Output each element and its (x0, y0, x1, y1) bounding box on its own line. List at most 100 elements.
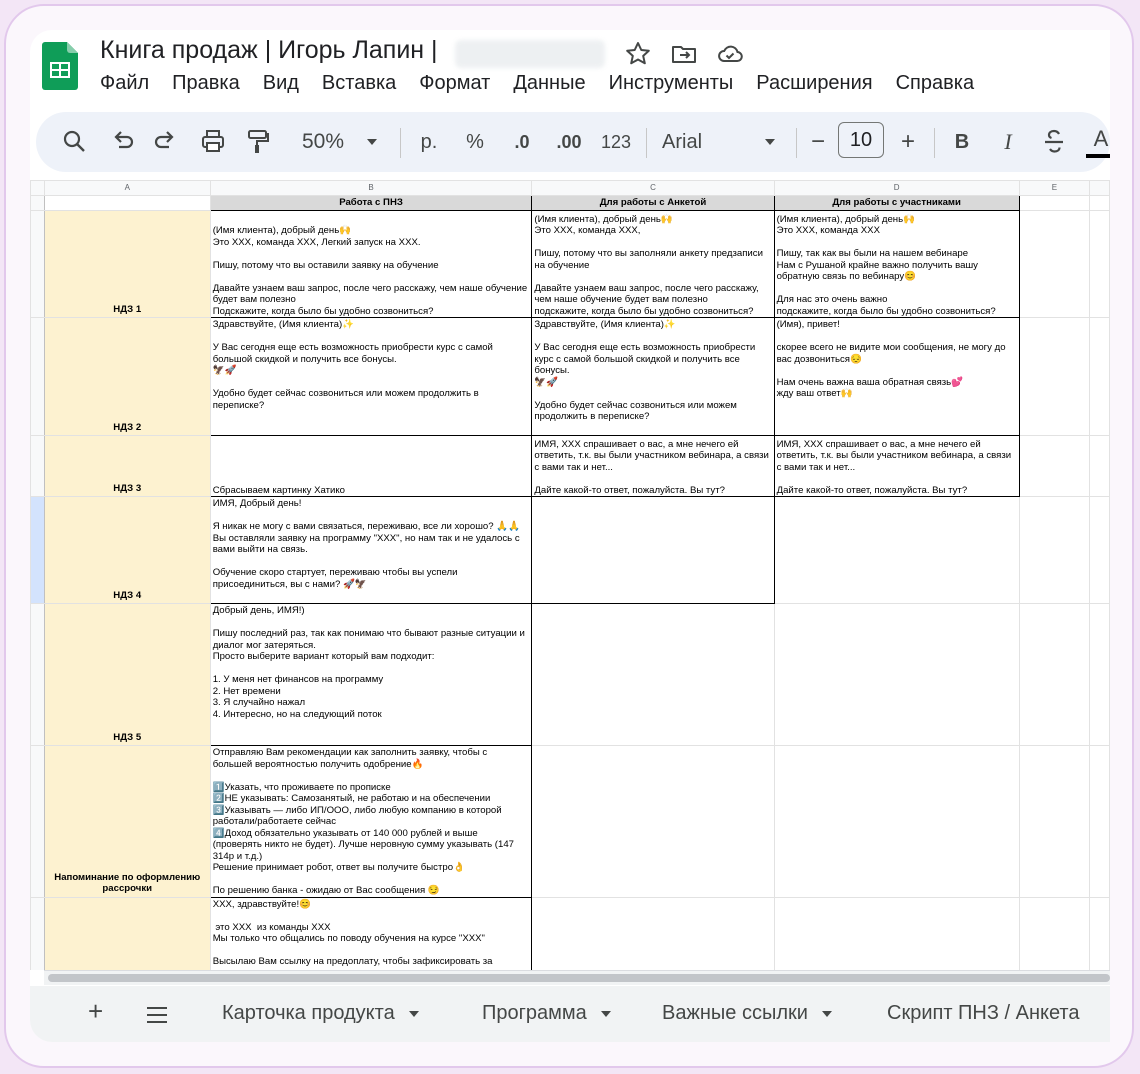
script-cell[interactable]: Сбрасываем картинку Хатико (209, 435, 533, 497)
cell[interactable] (773, 896, 1020, 970)
column-title-cell[interactable]: Для работы с Анкетой (531, 195, 775, 211)
menu-help[interactable]: Справка (896, 72, 974, 95)
cell[interactable] (1089, 603, 1110, 746)
row-label-cell[interactable]: НДЗ 2 (43, 317, 211, 436)
cell[interactable] (1089, 317, 1110, 436)
sheet-tab[interactable]: Программа (482, 1002, 611, 1025)
menu-extensions[interactable]: Расширения (756, 72, 872, 95)
script-cell[interactable]: Здравствуйте, (Имя клиента)✨ У Вас сегод… (209, 317, 533, 436)
increase-decimal-button[interactable]: .00 (548, 112, 590, 172)
cell[interactable] (1018, 745, 1091, 898)
more-formats-button[interactable]: 123 (596, 112, 636, 172)
row-header[interactable] (30, 745, 45, 898)
text-color-button[interactable]: A (1086, 112, 1110, 172)
column-header[interactable] (1089, 180, 1110, 196)
script-cell[interactable]: Здравствуйте, (Имя клиента)✨ У Вас сегод… (531, 317, 775, 436)
sheet-tab[interactable]: Карточка продукта (222, 1002, 419, 1025)
cloud-saved-icon[interactable] (716, 40, 744, 68)
row-label-cell[interactable]: НДЗ 1 (43, 210, 211, 318)
zoom-select[interactable]: 50% (288, 112, 358, 172)
cell[interactable] (1018, 195, 1091, 211)
corner-cell[interactable] (30, 180, 45, 196)
font-family-select[interactable]: Arial (662, 112, 722, 172)
script-cell[interactable] (531, 496, 775, 604)
currency-format-button[interactable]: р. (412, 112, 446, 172)
move-to-folder-icon[interactable] (670, 40, 698, 68)
menu-insert[interactable]: Вставка (322, 72, 396, 95)
cell[interactable] (1018, 603, 1091, 746)
cell[interactable] (773, 496, 1020, 604)
cell[interactable] (43, 195, 211, 211)
row-label-cell[interactable] (43, 896, 211, 970)
search-icon[interactable] (60, 112, 88, 172)
column-header[interactable]: D (773, 180, 1020, 196)
cell[interactable] (1018, 896, 1091, 970)
cell[interactable] (773, 603, 1020, 746)
sheet-tab[interactable]: Скрипт ПНЗ / Анкета (887, 1002, 1079, 1025)
all-sheets-menu-icon[interactable] (146, 1006, 168, 1024)
script-cell[interactable]: ИМЯ, XXX спрашивает о вас, а мне нечего … (773, 435, 1020, 497)
menu-view[interactable]: Вид (263, 72, 299, 95)
redo-icon[interactable] (152, 112, 180, 172)
menu-edit[interactable]: Правка (172, 72, 240, 95)
strikethrough-icon[interactable] (1040, 112, 1068, 172)
script-cell[interactable]: ИМЯ, Добрый день! Я никак не могу с вами… (209, 496, 533, 604)
paint-format-icon[interactable] (244, 112, 272, 172)
cell[interactable] (531, 896, 775, 970)
cell[interactable] (1018, 210, 1091, 318)
script-cell[interactable]: (Имя клиента), добрый день🙌 Это XXX, ком… (209, 210, 533, 318)
cell[interactable] (1089, 435, 1110, 497)
print-icon[interactable] (198, 112, 228, 172)
undo-icon[interactable] (108, 112, 136, 172)
cell[interactable] (1018, 496, 1091, 604)
column-header[interactable]: E (1018, 180, 1091, 196)
row-header[interactable] (30, 317, 45, 436)
italic-button[interactable]: I (996, 112, 1020, 172)
row-header[interactable] (30, 896, 45, 970)
cell[interactable] (1089, 195, 1110, 211)
document-title[interactable]: Книга продаж | Игорь Лапин | (100, 36, 438, 65)
cell[interactable] (531, 603, 775, 746)
menu-file[interactable]: Файл (100, 72, 149, 95)
decrease-decimal-button[interactable]: .0 (504, 112, 540, 172)
column-title-cell[interactable]: Работа с ПНЗ (209, 195, 533, 211)
script-cell[interactable]: (Имя клиента), добрый день🙌 Это XXX, ком… (531, 210, 775, 318)
cell[interactable] (1018, 435, 1091, 497)
row-header[interactable] (30, 210, 45, 318)
script-cell[interactable]: Добрый день, ИМЯ!) Пишу последний раз, т… (209, 603, 533, 746)
cell[interactable] (1089, 496, 1110, 604)
row-header[interactable] (30, 603, 45, 746)
script-cell[interactable]: XXX, здравствуйте!😊 это XXX из команды X… (209, 896, 533, 970)
horizontal-scrollbar[interactable] (44, 970, 1110, 985)
column-header[interactable]: B (209, 180, 533, 196)
row-label-cell[interactable]: НДЗ 5 (43, 603, 211, 746)
row-label-cell[interactable]: НДЗ 4 (43, 496, 211, 604)
scrollbar-thumb[interactable] (48, 974, 1110, 982)
script-cell[interactable]: ИМЯ, XXX спрашивает о вас, а мне нечего … (531, 435, 775, 497)
cell[interactable] (1089, 745, 1110, 898)
column-header[interactable]: C (531, 180, 775, 196)
cell[interactable] (1089, 896, 1110, 970)
star-icon[interactable] (624, 40, 652, 68)
script-cell[interactable]: (Имя), привет! скорее всего не видите мо… (773, 317, 1020, 436)
row-header-selected[interactable] (30, 496, 45, 604)
cell[interactable] (1018, 317, 1091, 436)
row-header[interactable] (30, 435, 45, 497)
sheets-logo-icon[interactable] (42, 42, 78, 90)
script-cell[interactable]: (Имя клиента), добрый день🙌 Это XXX, ком… (773, 210, 1020, 318)
row-label-cell[interactable]: Напоминание по оформлению рассрочки (43, 745, 211, 898)
bold-button[interactable]: B (950, 112, 974, 172)
add-sheet-button[interactable]: + (88, 996, 103, 1027)
decrease-font-size-button[interactable]: − (806, 112, 830, 172)
zoom-dropdown-icon[interactable] (362, 112, 382, 172)
font-dropdown-icon[interactable] (760, 112, 780, 172)
cell[interactable] (1089, 210, 1110, 318)
column-header[interactable]: A (43, 180, 211, 196)
row-header[interactable] (30, 195, 45, 211)
font-size-input[interactable]: 10 (838, 122, 884, 158)
script-cell[interactable]: Отправляю Вам рекомендации как заполнить… (209, 745, 533, 898)
percent-format-button[interactable]: % (460, 112, 490, 172)
cell[interactable] (773, 745, 1020, 898)
menu-data[interactable]: Данные (513, 72, 585, 95)
cell[interactable] (531, 745, 775, 898)
